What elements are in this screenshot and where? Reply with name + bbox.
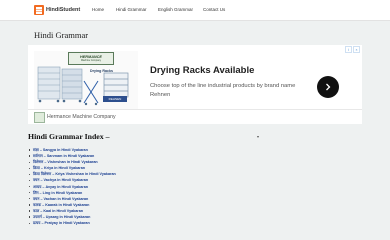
ad-badges: i × [345,46,360,53]
list-item: प्रत्यय – Pratyay in Hindi Vyakaran [28,220,116,226]
index-link[interactable]: वचन – Vachya in Hindi Vyakaran [33,178,88,182]
nav-item-home[interactable]: Home [92,7,104,12]
index-link[interactable]: लिंग – Ling in Hindi Vyakaran [33,191,82,195]
advertiser-logo [34,112,45,123]
index-list: संज्ञा – Sangya in Hindi Vyakaran सर्वना… [28,147,116,226]
ad-image-label: Drying Racks [90,69,113,73]
ad-headline[interactable]: Drying Racks Available [150,65,254,76]
index-link[interactable]: अव्यय – Avyay in Hindi Vyakaran [33,185,88,189]
ad-banner[interactable]: i × HERMANCE Machine Company Drying Rack… [28,45,362,124]
index-heading: Hindi Grammar Index – [28,132,110,141]
ad-footer[interactable]: Hermance Machine Company [28,109,362,124]
ad-close-icon[interactable]: × [353,46,360,53]
nav-item-english-grammar[interactable]: English Grammar [158,7,193,12]
index-link[interactable]: क्रिया – Kriya in Hindi Vyakaran [33,166,85,170]
ad-image-brand: REHNEN [103,96,127,102]
ad-cta-button[interactable] [317,76,339,98]
index-link[interactable]: कारक – Kaarak in Hindi Vyakaran [33,203,89,207]
index-link[interactable]: सर्वनाम – Sarvnam in Hindi Vyakaran [33,154,94,158]
index-link[interactable]: काल – Kaal in Hindi Vyakaran [33,209,83,213]
index-toggle-icon[interactable]: ▾ [257,134,259,139]
ad-description: Choose top of the line industrial produc… [150,83,296,98]
nav-item-hindi-grammar[interactable]: Hindi Grammar [116,7,147,12]
index-link[interactable]: संज्ञा – Sangya in Hindi Vyakaran [33,148,88,152]
index-link[interactable]: उपसर्ग – Upsarg in Hindi Vyakaran [33,215,90,219]
site-header: HindiStudent Home Hindi Grammar English … [0,0,390,21]
ad-info-icon[interactable]: i [345,46,352,53]
page-title: Hindi Grammar [34,30,89,40]
ad-product-image[interactable]: HERMANCE Machine Company Drying Racks RE… [34,51,138,109]
index-link[interactable]: क्रिया विशेषण – Kriya Visheshan in Hindi… [33,172,116,176]
chevron-right-icon [326,83,331,91]
main-nav: Home Hindi Grammar English Grammar Conta… [0,7,390,15]
ad-advertiser-name: Hermance Machine Company [47,114,116,120]
index-link[interactable]: वचन – Vachan in Hindi Vyakaran [33,197,88,201]
nav-item-contact-us[interactable]: Contact Us [203,7,225,12]
index-link[interactable]: विशेषण – Visheshan in Hindi Vyakaran [33,160,98,164]
index-link[interactable]: प्रत्यय – Pratyay in Hindi Vyakaran [33,221,90,225]
